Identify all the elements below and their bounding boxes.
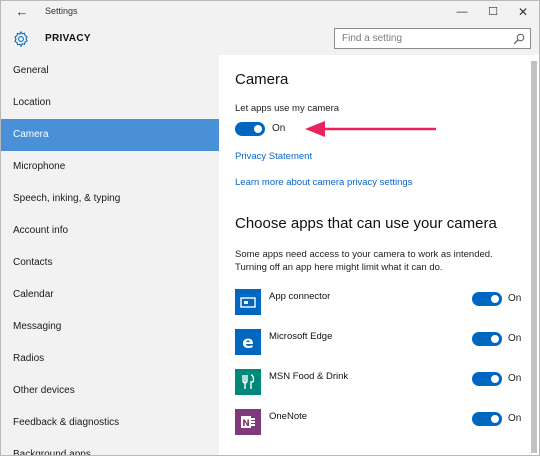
onenote-icon: N	[235, 409, 261, 435]
annotation-arrow-icon	[305, 121, 436, 137]
list-item: N OneNote On	[235, 409, 525, 437]
privacy-statement-link[interactable]: Privacy Statement	[235, 151, 312, 162]
app-name: App connector	[269, 291, 331, 302]
food-drink-icon	[235, 369, 261, 395]
app-toggle[interactable]	[472, 372, 502, 386]
main-content: Camera Let apps use my camera On Privacy…	[219, 55, 529, 455]
sidebar: General Location Camera Microphone Speec…	[1, 55, 219, 455]
app-toggle-state: On	[508, 373, 522, 384]
app-toggle[interactable]	[472, 332, 502, 346]
window-title: Settings	[45, 6, 78, 16]
camera-toggle-state: On	[272, 123, 286, 134]
sidebar-item-camera[interactable]: Camera	[1, 119, 219, 151]
sidebar-item-location[interactable]: Location	[1, 87, 219, 119]
search-placeholder: Find a setting	[342, 33, 403, 44]
app-toggle[interactable]	[472, 292, 502, 306]
sidebar-item-microphone[interactable]: Microphone	[1, 151, 219, 183]
sidebar-item-messaging[interactable]: Messaging	[1, 311, 219, 343]
list-item: MSN Food & Drink On	[235, 369, 525, 397]
camera-toggle[interactable]	[235, 122, 265, 136]
sidebar-item-other-devices[interactable]: Other devices	[1, 375, 219, 407]
svg-text:e: e	[242, 333, 254, 353]
apps-heading: Choose apps that can use your camera	[235, 215, 497, 232]
section-heading: Camera	[235, 71, 289, 88]
app-name: OneNote	[269, 411, 308, 422]
app-toggle[interactable]	[472, 412, 502, 426]
page-header: PRIVACY Find a setting	[1, 23, 539, 55]
app-name: Microsoft Edge	[269, 331, 333, 342]
apps-description: Some apps need access to your camera to …	[235, 249, 493, 273]
list-item: App connector On	[235, 289, 525, 317]
title-bar: ← Settings — ☐ ✕	[1, 1, 539, 23]
scroll-thumb[interactable]	[531, 61, 537, 453]
minimize-button[interactable]: —	[447, 1, 477, 23]
learn-more-link[interactable]: Learn more about camera privacy settings	[235, 177, 412, 188]
sidebar-item-speech[interactable]: Speech, inking, & typing	[1, 183, 219, 215]
scrollbar[interactable]	[529, 55, 539, 455]
svg-text:N: N	[242, 419, 250, 429]
app-toggle-state: On	[508, 413, 522, 424]
close-button[interactable]: ✕	[508, 1, 538, 23]
edge-icon: e	[235, 329, 261, 355]
sidebar-item-account-info[interactable]: Account info	[1, 215, 219, 247]
sidebar-item-background-apps[interactable]: Background apps	[1, 439, 219, 455]
list-item: e Microsoft Edge On	[235, 329, 525, 357]
gear-icon	[14, 30, 28, 48]
app-toggle-state: On	[508, 293, 522, 304]
search-input[interactable]: Find a setting	[334, 28, 531, 49]
search-icon[interactable]	[513, 33, 525, 45]
page-title: PRIVACY	[45, 33, 91, 44]
app-connector-icon	[235, 289, 261, 315]
sidebar-item-general[interactable]: General	[1, 55, 219, 87]
sidebar-item-contacts[interactable]: Contacts	[1, 247, 219, 279]
settings-window: ← Settings — ☐ ✕ PRIVACY Find a setting …	[0, 0, 540, 456]
maximize-button[interactable]: ☐	[478, 1, 508, 23]
back-arrow-icon[interactable]: ←	[13, 3, 31, 21]
camera-toggle-label: Let apps use my camera	[235, 103, 340, 114]
sidebar-item-feedback[interactable]: Feedback & diagnostics	[1, 407, 219, 439]
sidebar-item-calendar[interactable]: Calendar	[1, 279, 219, 311]
sidebar-item-radios[interactable]: Radios	[1, 343, 219, 375]
app-name: MSN Food & Drink	[269, 371, 349, 382]
app-toggle-state: On	[508, 333, 522, 344]
